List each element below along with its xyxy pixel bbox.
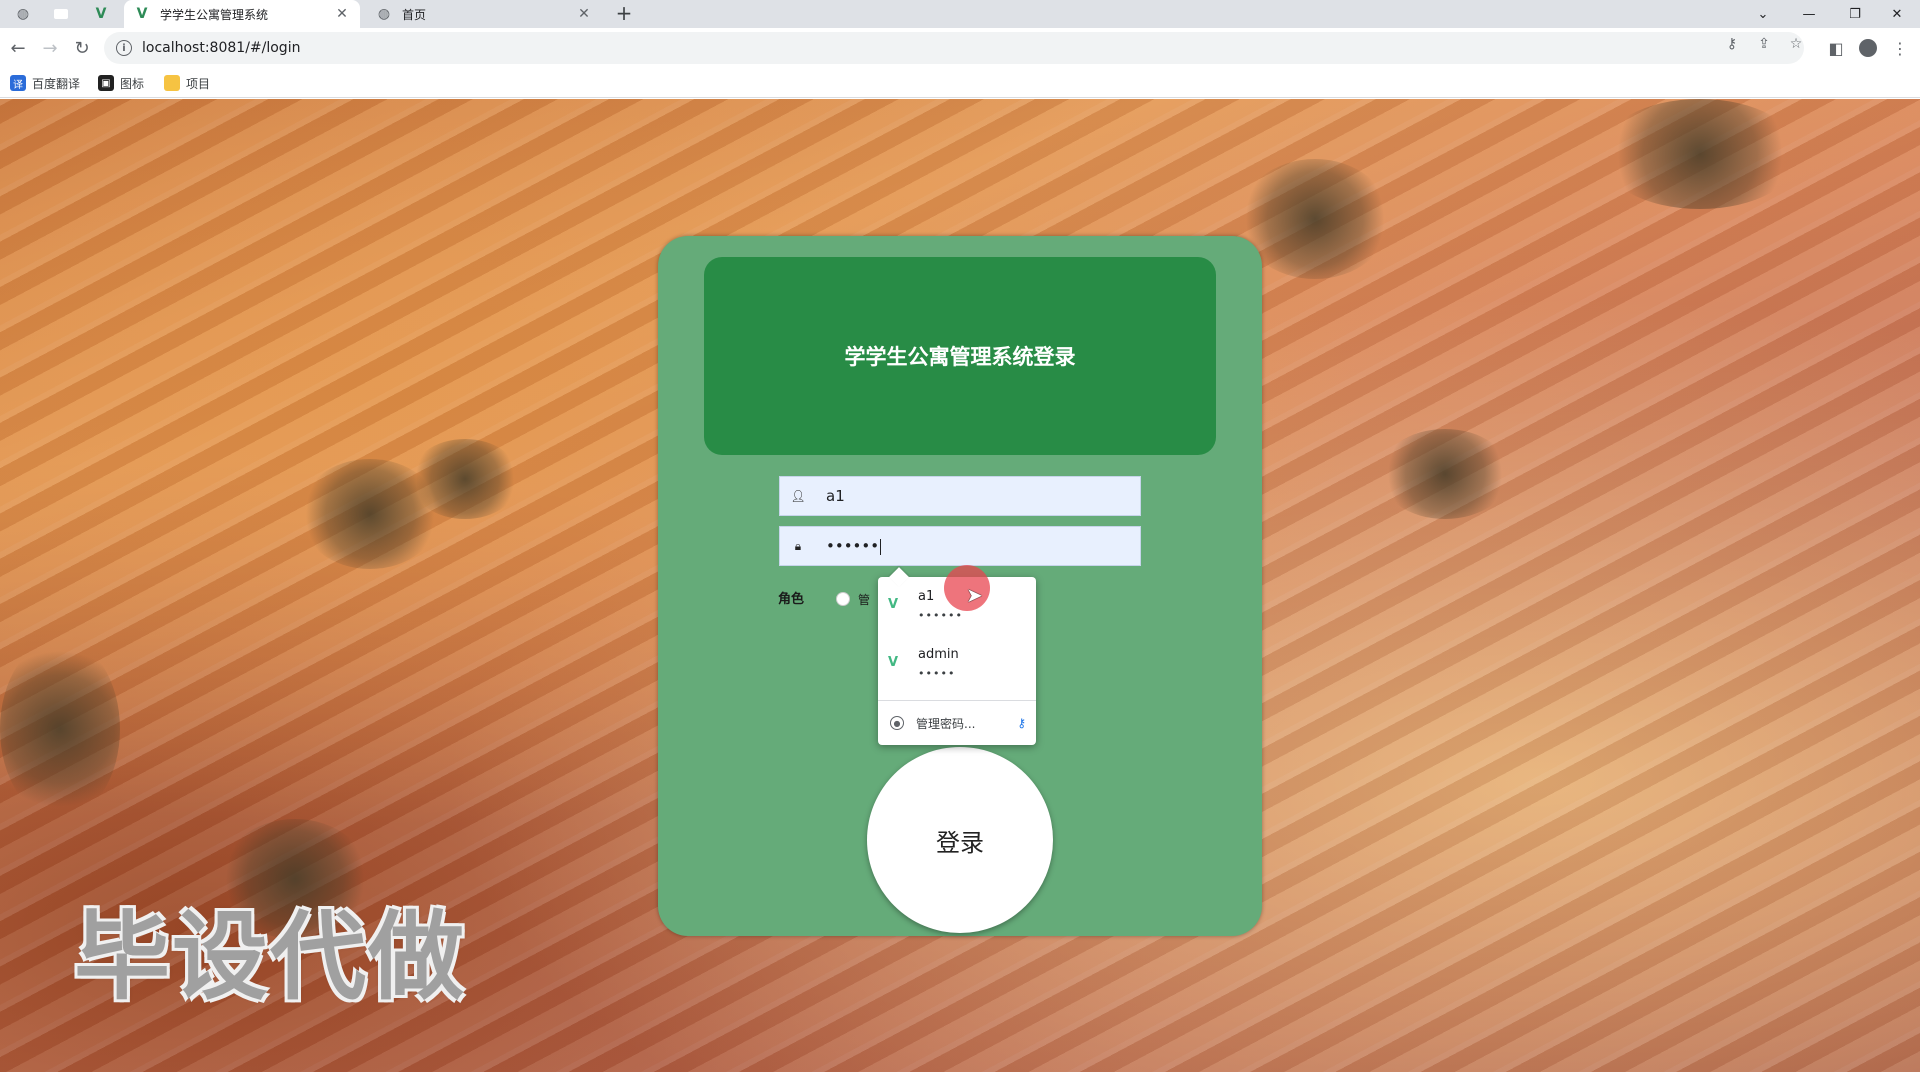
autofill-password: ••••• xyxy=(918,667,956,680)
bookmark-label: 项目 xyxy=(186,76,211,91)
tab-home[interactable]: ◍ 首页 ✕ xyxy=(366,0,602,28)
vue-icon: V xyxy=(888,655,899,670)
forward-button[interactable]: → xyxy=(38,36,62,60)
minimize-button[interactable]: — xyxy=(1786,0,1832,28)
key-icon[interactable]: ⚷ xyxy=(1722,34,1742,54)
tab-title: 首页 xyxy=(402,7,427,22)
globe-icon[interactable]: ◍ xyxy=(8,3,38,25)
bookmark-label: 百度翻译 xyxy=(32,76,81,91)
tab-active[interactable]: V 学学生公寓管理系统 ✕ xyxy=(124,0,360,28)
bookmark-item[interactable]: ▣ 图标 xyxy=(98,74,144,92)
background-shrub xyxy=(410,439,520,519)
chevron-down-icon[interactable]: ⌄ xyxy=(1740,0,1786,28)
mouse-cursor-icon: ➤ xyxy=(966,583,983,607)
vue-icon[interactable]: V xyxy=(86,3,116,25)
lock-icon: 🔒︎ xyxy=(794,538,802,553)
manage-passwords-label: 管理密码... xyxy=(916,716,976,731)
bookmarks-bar: 译 百度翻译 ▣ 图标 项目 xyxy=(0,68,1920,98)
tab-title: 学学生公寓管理系统 xyxy=(160,7,269,22)
translate-icon: 译 xyxy=(10,75,26,91)
profile-icon[interactable] xyxy=(1856,36,1880,60)
vue-icon: V xyxy=(888,597,899,612)
role-label: 角色 xyxy=(778,592,805,607)
reload-button[interactable]: ↻ xyxy=(70,36,94,60)
autofill-password: •••••• xyxy=(918,609,963,622)
bookmark-item[interactable]: 译 百度翻译 xyxy=(10,74,80,92)
tab-strip: ◍ V V 学学生公寓管理系统 ✕ ◍ 首页 ✕ + ⌄ — ❐ ✕ xyxy=(0,0,1920,28)
role-option-label: 管 xyxy=(858,593,871,607)
password-field[interactable]: 🔒︎ •••••• xyxy=(779,526,1141,566)
login-page: 毕设代做 学学生公寓管理系统登录 👤︎ a1 🔒︎ •••••• 角色 管 登录… xyxy=(0,99,1920,1072)
chrome-icon: ● xyxy=(890,716,904,730)
new-tab-button[interactable]: + xyxy=(612,2,636,26)
user-icon: 👤︎ xyxy=(790,489,806,503)
side-panel-icon[interactable]: ◧ xyxy=(1824,36,1848,60)
autofill-entry[interactable]: V admin ••••• xyxy=(878,635,1036,691)
share-icon[interactable]: ⇪ xyxy=(1754,34,1774,54)
autofill-username: admin xyxy=(918,647,959,662)
image-icon: ▣ xyxy=(98,75,114,91)
info-icon[interactable]: i xyxy=(116,40,132,56)
back-button[interactable]: ← xyxy=(6,36,30,60)
browser-toolbar: ← → ↻ i localhost:8081/#/login ⚷ ⇪ ☆ ◧ ⋮ xyxy=(0,28,1920,68)
close-icon[interactable]: ✕ xyxy=(576,6,592,22)
vue-icon: V xyxy=(136,6,148,22)
role-radio[interactable] xyxy=(836,592,850,606)
background-shrub xyxy=(1600,99,1800,209)
watermark: 毕设代做 xyxy=(74,901,466,1013)
close-window-button[interactable]: ✕ xyxy=(1874,0,1920,28)
key-icon: ⚷ xyxy=(1017,716,1026,730)
menu-icon[interactable]: ⋮ xyxy=(1888,36,1912,60)
background-shrub xyxy=(0,639,120,819)
username-field[interactable]: 👤︎ a1 xyxy=(779,476,1141,516)
password-value: •••••• xyxy=(826,537,882,555)
star-icon[interactable]: ☆ xyxy=(1786,34,1806,54)
address-bar[interactable]: i localhost:8081/#/login xyxy=(104,32,1804,64)
login-title: 学学生公寓管理系统登录 xyxy=(844,345,1076,369)
bookmark-item[interactable]: 项目 xyxy=(164,74,210,92)
username-value: a1 xyxy=(826,487,845,505)
login-button[interactable]: 登录 xyxy=(867,747,1053,933)
background-shrub xyxy=(1240,159,1390,279)
manage-passwords-item[interactable]: ● 管理密码... ⚷ xyxy=(878,701,1036,745)
bookmark-label: 图标 xyxy=(120,76,145,91)
blank-tab-icon[interactable] xyxy=(46,3,76,25)
login-header: 学学生公寓管理系统登录 xyxy=(704,257,1216,455)
autofill-username: a1 xyxy=(918,589,935,604)
restore-button[interactable]: ❐ xyxy=(1832,0,1878,28)
close-icon[interactable]: ✕ xyxy=(334,6,350,22)
folder-icon xyxy=(164,75,180,91)
globe-icon: ◍ xyxy=(377,6,391,22)
url-text: localhost:8081/#/login xyxy=(142,40,301,56)
background-shrub xyxy=(1380,429,1510,519)
